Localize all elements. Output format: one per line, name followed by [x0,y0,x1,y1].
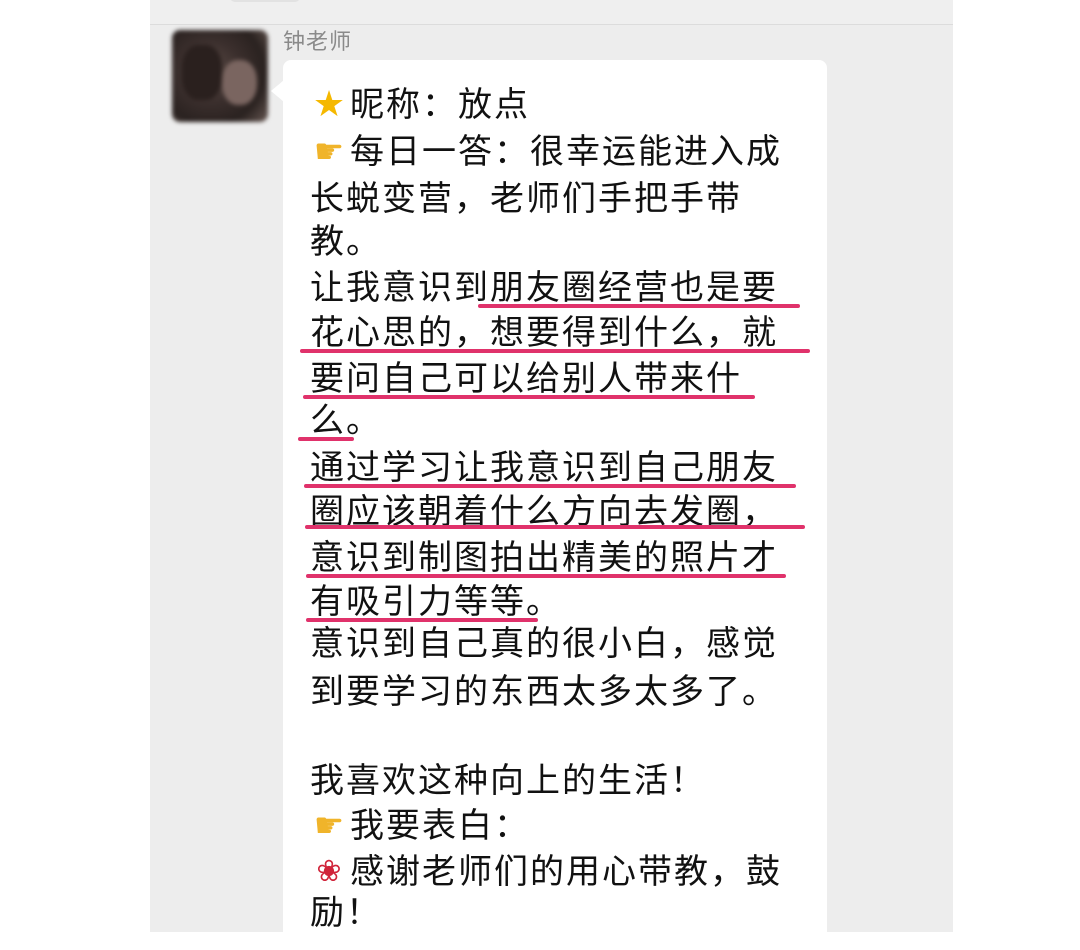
message-text: 感谢老师们的用心带教，鼓 [350,852,782,892]
rose-icon: ❀ [316,854,344,889]
pointing-hand-icon: ☛ [313,806,347,846]
message-text: 每日一答：很幸运能进入成 [350,132,782,172]
top-tab [230,0,300,2]
message-line: 到要学习的东西太多太多了。 [310,672,778,712]
underline-mark [303,395,755,399]
sender-name: 钟老师 [283,30,353,55]
message-line: ★昵称：放点 [310,84,530,126]
message-line: 有吸引力等等。 [310,582,562,622]
underline-mark [306,574,786,578]
message-line: 长蜕变营，老师们手把手带 [310,179,742,219]
underline-mark [306,618,538,622]
message-text: 我要表白： [350,806,530,846]
message-line: 通过学习让我意识到自己朋友 [310,448,778,488]
avatar[interactable] [172,30,268,122]
avatar-shape [222,60,257,105]
message-line: 让我意识到朋友圈经营也是要 [310,268,778,308]
underline-mark [300,349,810,353]
message-line: 励！ [310,893,382,933]
message-line: 花心思的，想要得到什么，就 [310,313,778,353]
star-icon: ★ [312,84,348,125]
message-text: 昵称：放点 [350,85,530,125]
message-line: 要问自己可以给别人带来什 [310,359,742,399]
avatar-shape [182,45,222,100]
underline-mark [298,437,354,441]
message-line: ☛ 我要表白： [310,806,530,846]
top-strip [150,0,953,25]
underline-mark [478,304,800,308]
message-line: 么。 [310,401,382,441]
message-line: 我喜欢这种向上的生活！ [310,761,706,801]
message-line: 意识到制图拍出精美的照片才 [310,538,778,578]
message-line: 意识到自己真的很小白，感觉 [310,624,778,664]
pointing-hand-icon: ☛ [313,132,347,172]
message-line: 教。 [310,222,382,262]
message-line: ❀ 感谢老师们的用心带教，鼓 [310,852,782,892]
underline-mark [305,525,805,529]
message-line: ☛ 每日一答：很幸运能进入成 [310,132,782,172]
underline-mark [304,484,796,488]
